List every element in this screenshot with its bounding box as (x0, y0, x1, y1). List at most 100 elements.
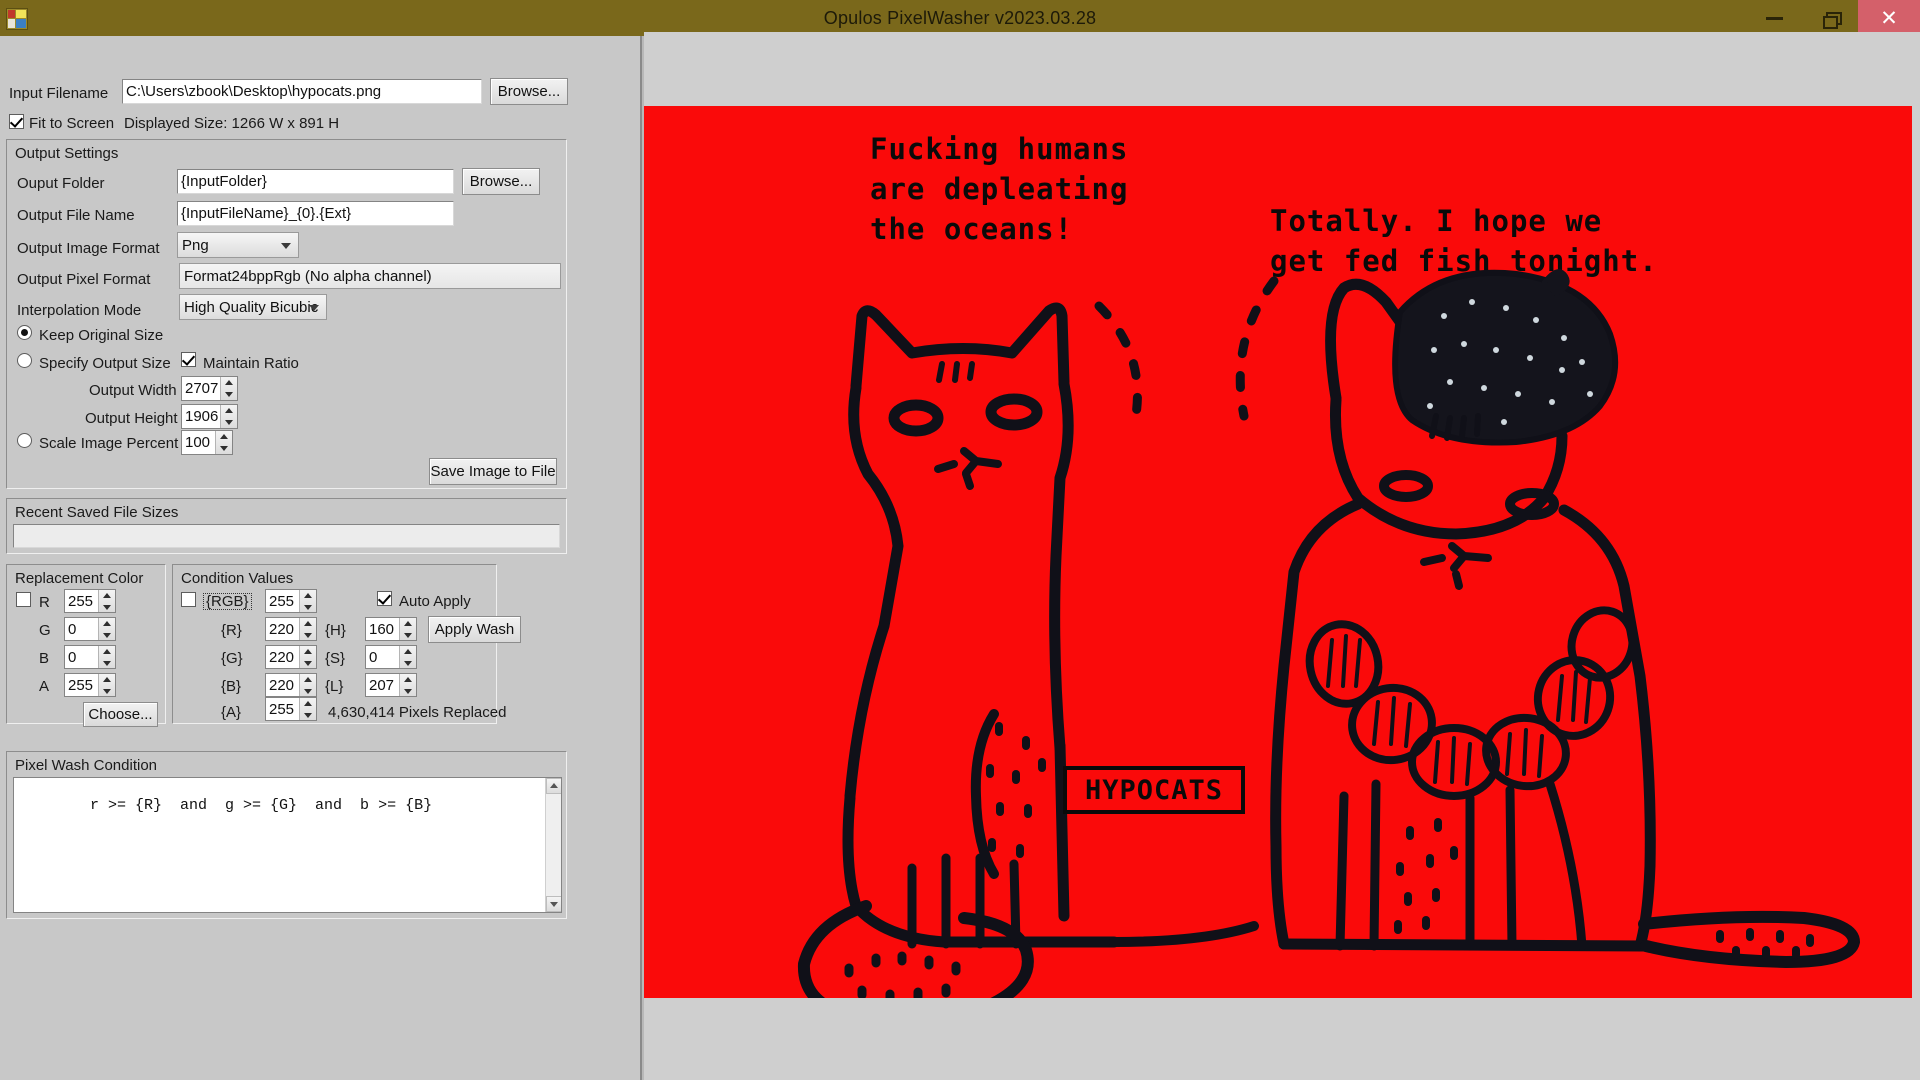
image-canvas[interactable]: Fucking humans are depleating the oceans… (644, 106, 1912, 998)
maintain-ratio-checkbox[interactable] (181, 352, 196, 367)
specify-output-size-label: Specify Output Size (39, 355, 171, 372)
scale-image-percent-spinner[interactable]: 100 (181, 430, 233, 455)
window-title: Opulos PixelWasher v2023.03.28 (823, 8, 1097, 28)
stepper-up-icon[interactable] (300, 590, 316, 601)
stepper-up-icon[interactable] (99, 590, 115, 601)
replacement-g-spinner[interactable]: 0 (64, 617, 116, 641)
condition-s-label: {S} (325, 650, 346, 667)
replacement-g-stepper[interactable] (98, 618, 115, 640)
recent-saved-list[interactable] (13, 524, 560, 548)
stepper-down-icon[interactable] (221, 417, 237, 429)
apply-wash-button[interactable]: Apply Wash (428, 616, 521, 643)
stepper-up-icon[interactable] (400, 618, 416, 629)
replacement-b-stepper[interactable] (98, 646, 115, 668)
output-image-format-select[interactable]: Png (177, 232, 299, 258)
input-filename-field[interactable]: C:\Users\zbook\Desktop\hypocats.png (122, 79, 482, 104)
maximize-button[interactable] (1802, 0, 1858, 36)
scroll-up-icon[interactable] (546, 778, 561, 794)
output-folder-browse-button[interactable]: Browse... (462, 168, 540, 195)
pixel-wash-condition-editor[interactable]: r >= {R} and g >= {G} and b >= {B} (13, 777, 562, 913)
replacement-r-label: R (39, 594, 50, 611)
stepper-down-icon[interactable] (99, 601, 115, 612)
scale-image-percent-radio[interactable] (17, 433, 32, 448)
condition-h-spinner[interactable]: 160 (365, 617, 417, 641)
output-height-spinner[interactable]: 1906 (181, 404, 238, 429)
condition-rgb-spinner[interactable]: 255 (265, 589, 317, 613)
condition-l-label: {L} (325, 678, 344, 695)
keep-original-size-radio[interactable] (17, 325, 32, 340)
stepper-up-icon[interactable] (221, 377, 237, 389)
output-folder-field[interactable]: {InputFolder} (177, 169, 454, 194)
output-width-value: 2707 (185, 380, 219, 397)
condition-g-spinner[interactable]: 220 (265, 645, 317, 669)
replacement-b-spinner[interactable]: 0 (64, 645, 116, 669)
output-file-name-field[interactable]: {InputFileName}_{0}.{Ext} (177, 201, 454, 226)
stepper-down-icon[interactable] (300, 657, 316, 668)
replacement-a-spinner[interactable]: 255 (64, 673, 116, 697)
scale-percent-stepper[interactable] (215, 431, 232, 454)
specify-output-size-radio[interactable] (17, 353, 32, 368)
editor-scrollbar[interactable] (545, 778, 561, 912)
condition-r-stepper[interactable] (299, 618, 316, 640)
minimize-button[interactable] (1746, 0, 1802, 36)
stepper-up-icon[interactable] (99, 646, 115, 657)
stepper-up-icon[interactable] (300, 618, 316, 629)
stepper-down-icon[interactable] (300, 629, 316, 640)
auto-apply-checkbox[interactable] (377, 591, 392, 606)
stepper-up-icon[interactable] (400, 674, 416, 685)
condition-rgb-stepper[interactable] (299, 590, 316, 612)
condition-h-value: 160 (369, 620, 395, 638)
condition-b-spinner[interactable]: 220 (265, 673, 317, 697)
condition-l-value: 207 (369, 676, 395, 694)
stepper-down-icon[interactable] (99, 685, 115, 696)
stepper-up-icon[interactable] (400, 646, 416, 657)
stepper-up-icon[interactable] (300, 698, 316, 709)
replacement-r-stepper[interactable] (98, 590, 115, 612)
stepper-up-icon[interactable] (300, 674, 316, 685)
condition-l-stepper[interactable] (399, 674, 416, 696)
condition-s-spinner[interactable]: 0 (365, 645, 417, 669)
output-width-label: Output Width (89, 382, 177, 399)
output-pixel-format-select[interactable]: Format24bppRgb (No alpha channel) (179, 263, 561, 289)
condition-a-spinner[interactable]: 255 (265, 697, 317, 721)
condition-r-spinner[interactable]: 220 (265, 617, 317, 641)
condition-g-stepper[interactable] (299, 646, 316, 668)
stepper-down-icon[interactable] (400, 657, 416, 668)
stepper-up-icon[interactable] (221, 405, 237, 417)
replacement-r-checkbox[interactable] (16, 592, 31, 607)
output-height-stepper[interactable] (220, 405, 237, 428)
stepper-down-icon[interactable] (300, 685, 316, 696)
stepper-down-icon[interactable] (99, 629, 115, 640)
stepper-up-icon[interactable] (300, 646, 316, 657)
replacement-r-spinner[interactable]: 255 (64, 589, 116, 613)
stepper-up-icon[interactable] (99, 674, 115, 685)
condition-l-spinner[interactable]: 207 (365, 673, 417, 697)
choose-color-button[interactable]: Choose... (83, 702, 158, 727)
stepper-down-icon[interactable] (99, 657, 115, 668)
condition-rgb-checkbox[interactable] (181, 592, 196, 607)
close-button[interactable]: ✕ (1858, 0, 1920, 36)
condition-h-stepper[interactable] (399, 618, 416, 640)
stepper-up-icon[interactable] (216, 431, 232, 443)
fit-to-screen-checkbox[interactable] (9, 114, 24, 129)
interpolation-mode-select[interactable]: High Quality Bicubic (179, 294, 327, 320)
output-image-format-value: Png (182, 236, 209, 254)
save-image-to-file-button[interactable]: Save Image to File (429, 458, 557, 485)
output-width-spinner[interactable]: 2707 (181, 376, 238, 401)
condition-a-stepper[interactable] (299, 698, 316, 720)
condition-s-stepper[interactable] (399, 646, 416, 668)
stepper-down-icon[interactable] (300, 709, 316, 720)
stepper-down-icon[interactable] (400, 629, 416, 640)
output-width-stepper[interactable] (220, 377, 237, 400)
stepper-down-icon[interactable] (221, 389, 237, 401)
output-pixel-format-label: Output Pixel Format (17, 271, 151, 288)
condition-values-group: Condition Values {RGB} 255 Auto Apply {R… (172, 564, 521, 724)
replacement-a-stepper[interactable] (98, 674, 115, 696)
stepper-down-icon[interactable] (216, 443, 232, 455)
stepper-up-icon[interactable] (99, 618, 115, 629)
scroll-down-icon[interactable] (546, 896, 561, 912)
input-browse-button[interactable]: Browse... (490, 78, 568, 105)
stepper-down-icon[interactable] (400, 685, 416, 696)
condition-b-stepper[interactable] (299, 674, 316, 696)
stepper-down-icon[interactable] (300, 601, 316, 612)
